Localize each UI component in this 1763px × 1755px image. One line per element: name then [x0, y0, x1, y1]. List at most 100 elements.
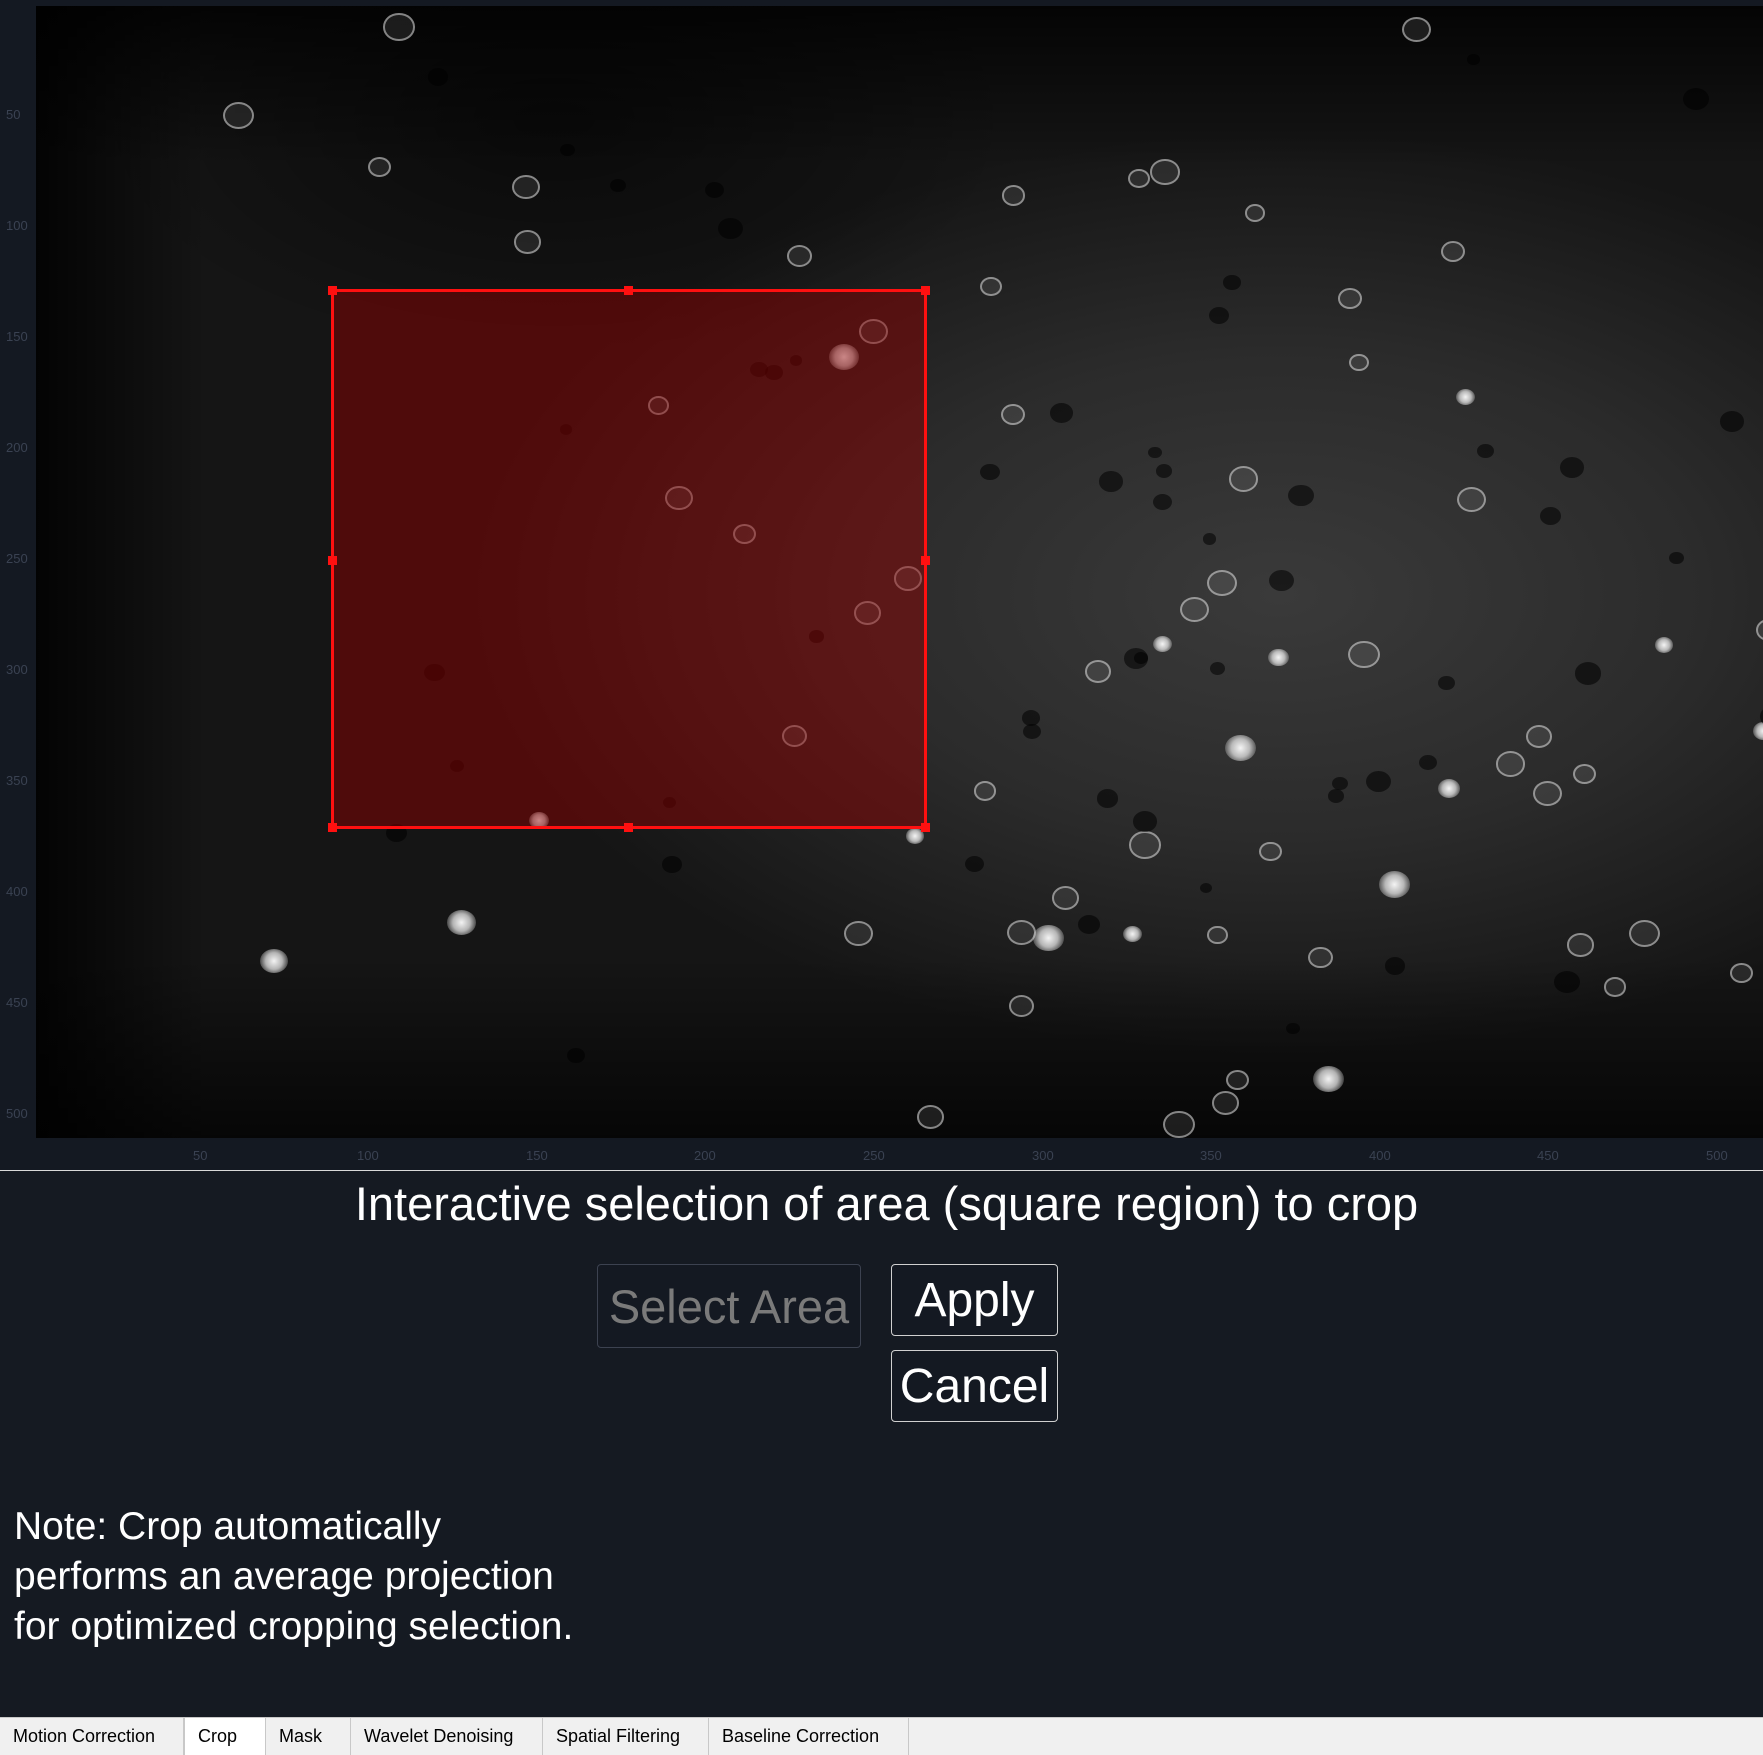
cell-blob — [1209, 661, 1226, 675]
cell-blob — [1259, 841, 1282, 862]
cell-blob — [1752, 721, 1763, 740]
cell-blob — [661, 855, 682, 873]
cell-blob — [1078, 914, 1101, 934]
crop-selection-rect[interactable] — [328, 286, 930, 832]
cell-blob — [1755, 618, 1763, 642]
resize-handle-bottom-left[interactable] — [328, 823, 337, 832]
cell-blob — [1438, 675, 1455, 690]
vignette-top — [36, 6, 1763, 166]
cell-blob — [1719, 410, 1745, 432]
tab-mask[interactable]: Mask — [266, 1718, 351, 1755]
cell-blob — [1457, 487, 1486, 513]
cell-blob — [1628, 919, 1661, 947]
tab-spatial-filtering[interactable]: Spatial Filtering — [543, 1718, 709, 1755]
cell-blob — [1209, 307, 1230, 325]
cell-blob — [1001, 403, 1026, 425]
cell-blob — [1099, 471, 1124, 492]
resize-handle-right[interactable] — [921, 556, 930, 565]
y-tick-label: 450 — [6, 995, 28, 1010]
cell-blob — [1124, 648, 1149, 669]
cell-blob — [1180, 596, 1210, 622]
cell-blob — [1574, 662, 1601, 685]
crop-note: Note: Crop automatically performs an ave… — [14, 1505, 574, 1648]
cell-blob — [1203, 533, 1217, 545]
cell-blob — [1051, 886, 1079, 910]
x-tick-label: 500 — [1706, 1148, 1728, 1163]
cell-blob — [1526, 724, 1553, 748]
cell-blob — [1378, 870, 1411, 898]
apply-button[interactable]: Apply — [891, 1264, 1058, 1336]
cell-blob — [1455, 388, 1476, 406]
cell-blob — [1223, 275, 1241, 291]
cell-blob — [1683, 88, 1709, 111]
cell-blob — [786, 245, 812, 268]
x-tick-label: 300 — [1032, 1148, 1054, 1163]
cell-blob — [973, 780, 997, 801]
tab-crop[interactable]: Crop — [184, 1718, 266, 1755]
y-tick-label: 350 — [6, 773, 28, 788]
cell-blob — [1225, 734, 1256, 761]
cell-blob — [1348, 353, 1370, 372]
cell-blob — [1419, 755, 1437, 771]
x-tick-label: 350 — [1200, 1148, 1222, 1163]
x-tick-label: 200 — [694, 1148, 716, 1163]
cell-blob — [367, 157, 391, 178]
cell-blob — [1228, 466, 1259, 493]
cell-blob — [1244, 204, 1265, 223]
y-tick-label: 250 — [6, 551, 28, 566]
cell-blob — [447, 909, 477, 935]
cell-blob — [1476, 443, 1495, 459]
cell-blob — [1128, 831, 1161, 859]
cell-blob — [1023, 724, 1042, 740]
y-tick-label: 150 — [6, 329, 28, 344]
cell-blob — [844, 920, 873, 946]
resize-handle-bottom-right[interactable] — [921, 823, 930, 832]
cell-blob — [1337, 287, 1362, 309]
tab-baseline-correction[interactable]: Baseline Correction — [709, 1718, 909, 1755]
x-tick-label: 400 — [1369, 1148, 1391, 1163]
cell-blob — [1148, 446, 1163, 459]
resize-handle-left[interactable] — [328, 556, 337, 565]
cell-blob — [512, 174, 540, 199]
cell-blob — [1128, 169, 1150, 189]
cell-blob — [514, 230, 542, 254]
cell-blob — [1268, 648, 1289, 667]
cell-blob — [1007, 919, 1036, 946]
cell-blob — [1566, 933, 1594, 957]
cell-blob — [1572, 763, 1597, 785]
tab-wavelet-denoising[interactable]: Wavelet Denoising — [351, 1718, 543, 1755]
y-tick-label: 50 — [6, 107, 21, 122]
cell-blob — [1001, 185, 1025, 206]
vignette-bottom — [36, 958, 1763, 1138]
panel-title: Interactive selection of area (square re… — [354, 1177, 1419, 1230]
cell-blob — [427, 68, 449, 86]
cell-blob — [1553, 971, 1580, 994]
cell-blob — [1096, 789, 1119, 809]
resize-handle-top-left[interactable] — [328, 286, 337, 295]
cell-blob — [1533, 780, 1563, 806]
cell-blob — [1163, 1111, 1195, 1138]
cancel-button[interactable]: Cancel — [891, 1350, 1058, 1422]
y-tick-label: 100 — [6, 218, 28, 233]
cell-blob — [1199, 882, 1213, 894]
cell-blob — [718, 218, 743, 240]
resize-handle-top[interactable] — [624, 286, 633, 295]
resize-handle-top-right[interactable] — [921, 286, 930, 295]
cell-blob — [1438, 779, 1461, 799]
cell-blob — [1603, 977, 1626, 997]
cell-blob — [980, 276, 1003, 297]
tab-bar: Motion Correction Crop Mask Wavelet Deno… — [0, 1717, 1763, 1755]
cell-blob — [1033, 925, 1064, 951]
cell-blob — [1440, 240, 1466, 263]
cell-blob — [1328, 789, 1345, 803]
cell-blob — [1156, 463, 1173, 478]
cell-blob — [260, 948, 289, 973]
cell-blob — [1123, 926, 1142, 943]
y-tick-label: 500 — [6, 1106, 28, 1121]
cell-blob — [1269, 569, 1295, 592]
resize-handle-bottom[interactable] — [624, 823, 633, 832]
tab-motion-correction[interactable]: Motion Correction — [0, 1718, 184, 1755]
select-area-button[interactable]: Select Area — [597, 1264, 861, 1348]
cell-blob — [1288, 484, 1315, 507]
cell-blob — [1654, 636, 1674, 653]
